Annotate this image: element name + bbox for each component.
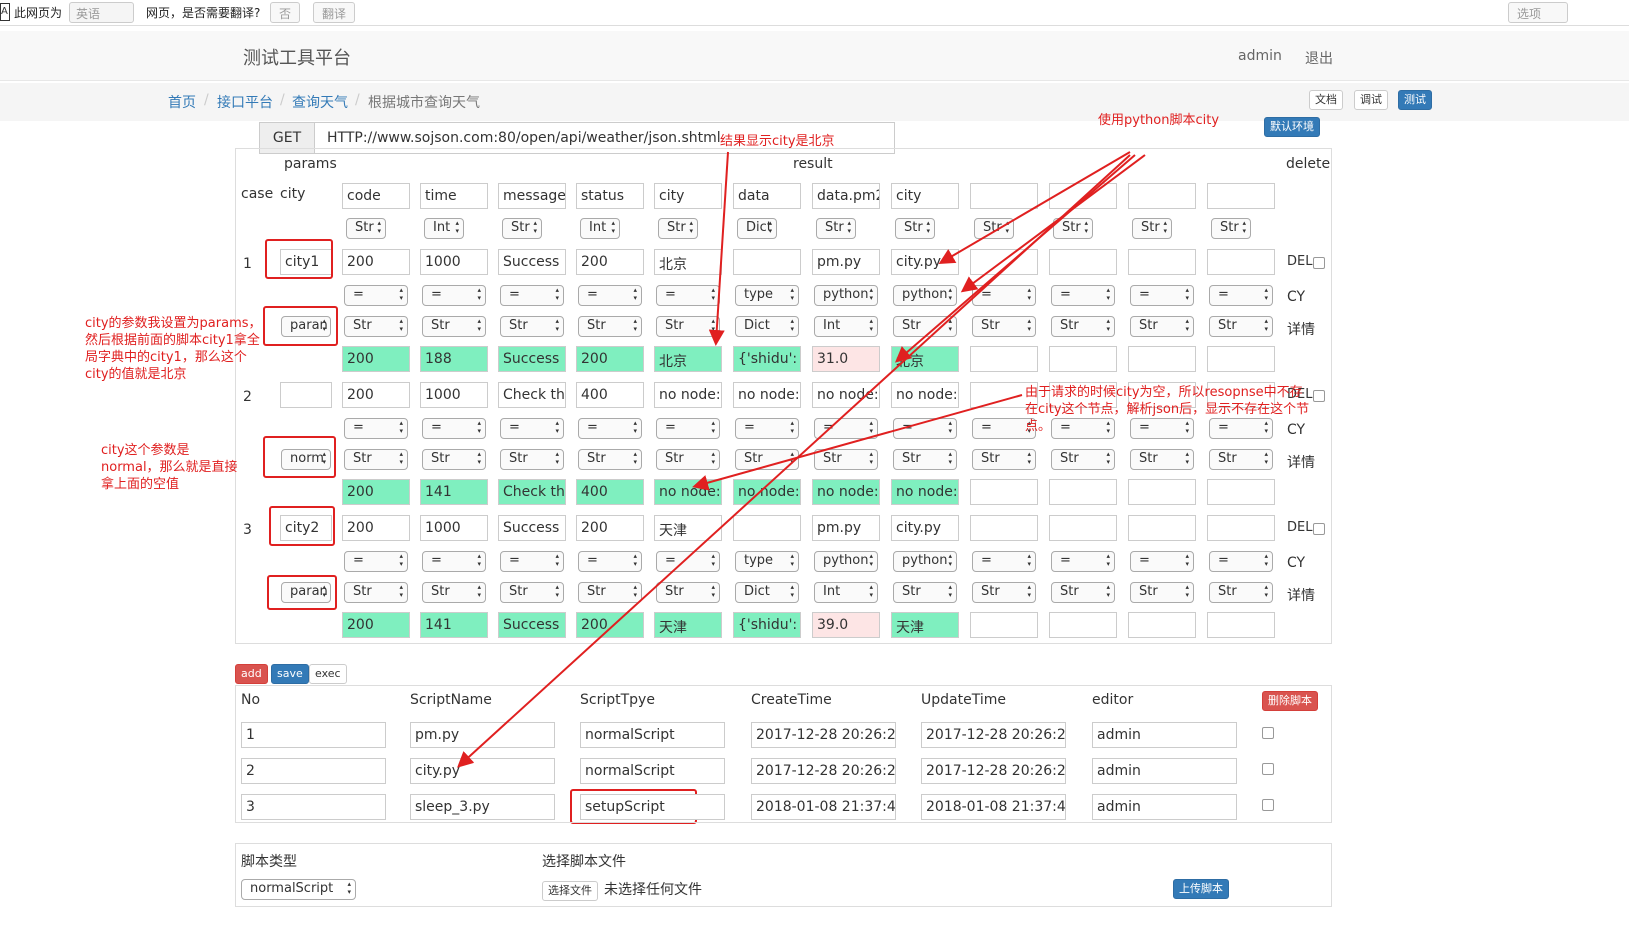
arrow [692, 394, 1023, 491]
arrow [708, 151, 729, 346]
arrow [457, 154, 1131, 768]
arrow [938, 151, 1131, 265]
annotation-arrows [457, 151, 1146, 768]
